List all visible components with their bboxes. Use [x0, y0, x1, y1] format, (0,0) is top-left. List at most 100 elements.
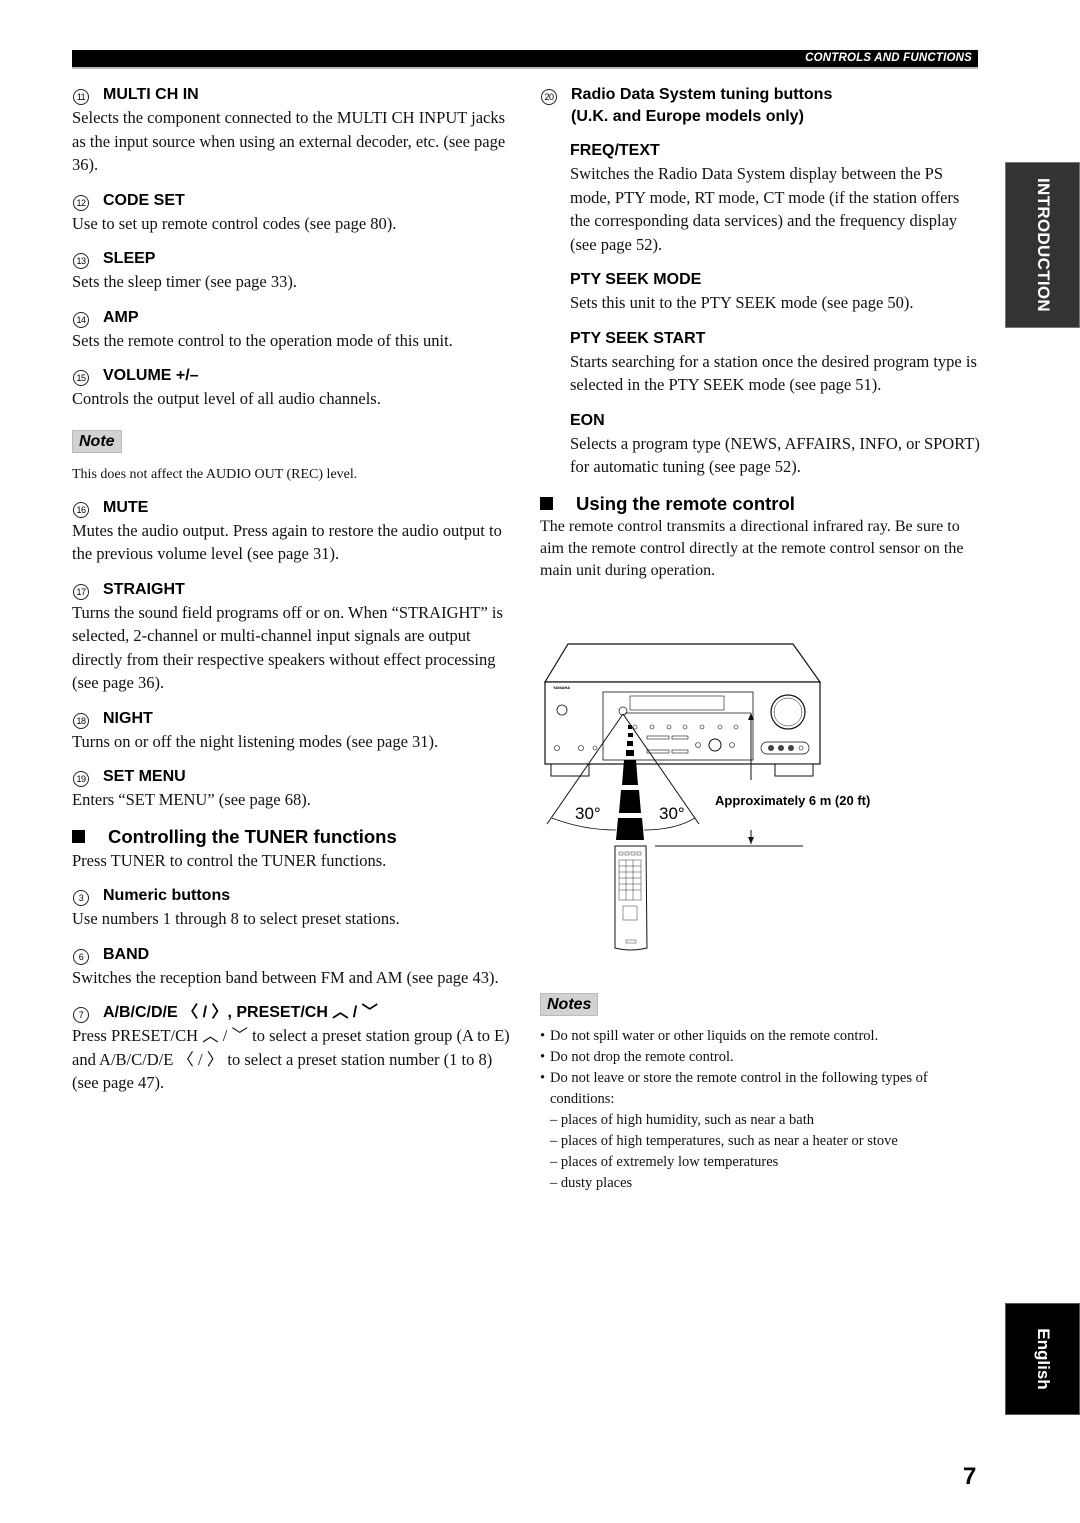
- item-title: MUTE: [103, 498, 149, 516]
- item-number: 13: [73, 253, 89, 269]
- condition-item: – places of extremely low temperatures: [550, 1154, 779, 1170]
- item-number: 16: [73, 501, 89, 518]
- subitem-desc: Sets this unit to the PTY SEEK mode (see…: [570, 293, 914, 312]
- section-title: Using the remote control: [576, 492, 795, 514]
- item-desc: Controls the output level of all audio c…: [72, 389, 381, 408]
- note-text: This does not affect the AUDIO OUT (REC)…: [72, 466, 358, 482]
- item-amp: 14 AMP Sets the remote control to the ope…: [72, 307, 512, 353]
- left-column: 11 MULTI CH IN Selects the component conn…: [72, 84, 512, 1108]
- item-preset: 7 A/B/C/D/E 〈 / 〉, PRESET/CH ︿ / ﹀ Press …: [72, 1002, 512, 1095]
- condition-item: – places of high temperatures, such as n…: [550, 1133, 898, 1149]
- item-title: Radio Data System tuning buttons: [571, 86, 833, 103]
- item-straight: 17 STRAIGHT Turns the sound field program…: [72, 579, 512, 695]
- item-title: NIGHT: [103, 709, 153, 727]
- right-column: 20 Radio Data System tuning buttons (U.K.…: [540, 84, 980, 582]
- item-desc: Press PRESET/CH ︿ / ﹀ to select a preset…: [72, 1026, 510, 1092]
- subitem-title: PTY SEEK MODE: [570, 271, 702, 288]
- item-number: 18: [73, 712, 89, 729]
- item-title: CODE SET: [103, 191, 185, 209]
- remote-section-heading: Using the remote control: [540, 492, 980, 516]
- subitem-pty-seek-start: PTY SEEK START Starts searching for a st…: [570, 328, 980, 397]
- item-desc: Sets the remote control to the operation…: [72, 330, 453, 350]
- receiver-logo: YAMAHA: [553, 685, 570, 690]
- item-desc: Selects the component connected to the M…: [72, 108, 506, 174]
- item-desc: Switches the reception band between FM a…: [72, 967, 499, 987]
- item-band: 6 BAND Switches the reception band betwee…: [72, 944, 512, 990]
- item-title: Numeric buttons: [103, 887, 231, 904]
- notes-label: Notes: [540, 993, 599, 1016]
- note-label: Note: [72, 429, 122, 453]
- square-bullet-icon: [540, 496, 553, 510]
- receiver-top: [543, 643, 822, 683]
- receiver-foot-right: [774, 763, 814, 777]
- remote-intro: The remote control transmits a direction…: [540, 517, 964, 579]
- item-desc: Use to set up remote control codes (see …: [72, 213, 397, 233]
- item-title: AMP: [103, 308, 139, 326]
- item-number: 7: [73, 1007, 89, 1023]
- item-title: VOLUME +/–: [103, 367, 199, 384]
- item-number: 6: [73, 948, 89, 965]
- item-numeric-buttons: 3 Numeric buttons Use numbers 1 through 8…: [72, 885, 512, 931]
- item-number: 15: [73, 370, 89, 386]
- item-desc: Turns on or off the night listening mode…: [72, 731, 439, 751]
- header-bar: CONTROLS AND FUNCTIONS: [72, 50, 978, 67]
- section-label: CONTROLS AND FUNCTIONS: [805, 52, 972, 64]
- item-code-set: 12 CODE SET Use to set up remote control …: [72, 190, 512, 236]
- side-tab-english[interactable]: English: [1005, 1303, 1080, 1415]
- subitem-title: PTY SEEK START: [570, 329, 706, 347]
- receiver-foot-left: [550, 763, 590, 777]
- item-subtitle: (U.K. and Europe models only): [571, 108, 804, 125]
- item-desc: Sets the sleep timer (see page 33).: [72, 272, 297, 291]
- item-set-menu: 19 SET MENU Enters “SET MENU” (see page 6…: [72, 766, 512, 812]
- subitem-eon: EON Selects a program type (NEWS, AFFAIR…: [570, 410, 980, 479]
- side-tab-label: English: [1033, 1328, 1053, 1390]
- remote-control: [614, 845, 648, 951]
- item-number: 3: [73, 890, 89, 906]
- notes-list: Do not spill water or other liquids on t…: [540, 1026, 980, 1110]
- section-title: Controlling the TUNER functions: [108, 825, 397, 847]
- item-volume: 15 VOLUME +/– Controls the output level o…: [72, 365, 512, 411]
- subitem-freq-text: FREQ/TEXT Switches the Radio Data System…: [570, 140, 980, 256]
- item-desc: Turns the sound field programs off or on…: [72, 602, 503, 693]
- subitem-desc: Selects a program type (NEWS, AFFAIRS, I…: [570, 433, 980, 477]
- note-item: Do not spill water or other liquids on t…: [540, 1026, 980, 1047]
- header-bar-shadow: [72, 67, 978, 69]
- distance-label: Approximately 6 m (20 ft): [715, 793, 871, 808]
- tuner-section-heading: Controlling the TUNER functions: [72, 825, 512, 849]
- item-mute: 16 MUTE Mutes the audio output. Press aga…: [72, 497, 512, 566]
- item-desc: Enters “SET MENU” (see page 68).: [72, 790, 311, 809]
- note-item: Do not leave or store the remote control…: [540, 1068, 980, 1110]
- item-number: 20: [541, 89, 557, 105]
- notes-block: Notes Do not spill water or other liquid…: [540, 993, 980, 1194]
- item-rds-buttons: 20 Radio Data System tuning buttons (U.K.…: [540, 84, 980, 128]
- item-desc: Use numbers 1 through 8 to select preset…: [72, 909, 400, 928]
- item-desc: Mutes the audio output. Press again to r…: [72, 520, 502, 564]
- item-title: SLEEP: [103, 250, 156, 267]
- item-title: BAND: [103, 945, 150, 963]
- angle-left-label: 30°: [575, 804, 601, 823]
- display-window: [629, 695, 725, 711]
- subitem-desc: Switches the Radio Data System display b…: [570, 164, 960, 254]
- item-title: A/B/C/D/E 〈 / 〉, PRESET/CH ︿ / ﹀: [103, 1004, 378, 1021]
- subitem-title: FREQ/TEXT: [570, 142, 660, 159]
- remote-range-figure: YAMAHA 30° 30° Approximately 6 m (20 ft): [535, 630, 870, 960]
- tuner-intro: Press TUNER to control the TUNER functio…: [72, 850, 387, 870]
- subitem-pty-seek-mode: PTY SEEK MODE Sets this unit to the PTY …: [570, 269, 980, 315]
- item-multi-ch-in: 11 MULTI CH IN Selects the component conn…: [72, 84, 512, 177]
- item-number: 14: [73, 311, 89, 328]
- side-tab-introduction[interactable]: INTRODUCTION: [1005, 162, 1080, 328]
- side-tab-label: INTRODUCTION: [1033, 178, 1053, 312]
- item-title: SET MENU: [103, 768, 186, 785]
- item-night: 18 NIGHT Turns on or off the night listen…: [72, 708, 512, 754]
- condition-item: – places of high humidity, such as near …: [550, 1112, 815, 1128]
- item-number: 17: [73, 583, 89, 600]
- page-number: 7: [963, 1463, 977, 1490]
- item-number: 12: [73, 194, 89, 211]
- angle-right-label: 30°: [659, 804, 685, 823]
- rds-subitems: FREQ/TEXT Switches the Radio Data System…: [570, 140, 980, 479]
- square-bullet-icon: [72, 829, 85, 843]
- condition-item: – dusty places: [550, 1175, 633, 1191]
- conditions-list: – places of high humidity, such as near …: [550, 1110, 980, 1194]
- note-item: Do not drop the remote control.: [540, 1047, 980, 1068]
- item-sleep: 13 SLEEP Sets the sleep timer (see page 3…: [72, 248, 512, 294]
